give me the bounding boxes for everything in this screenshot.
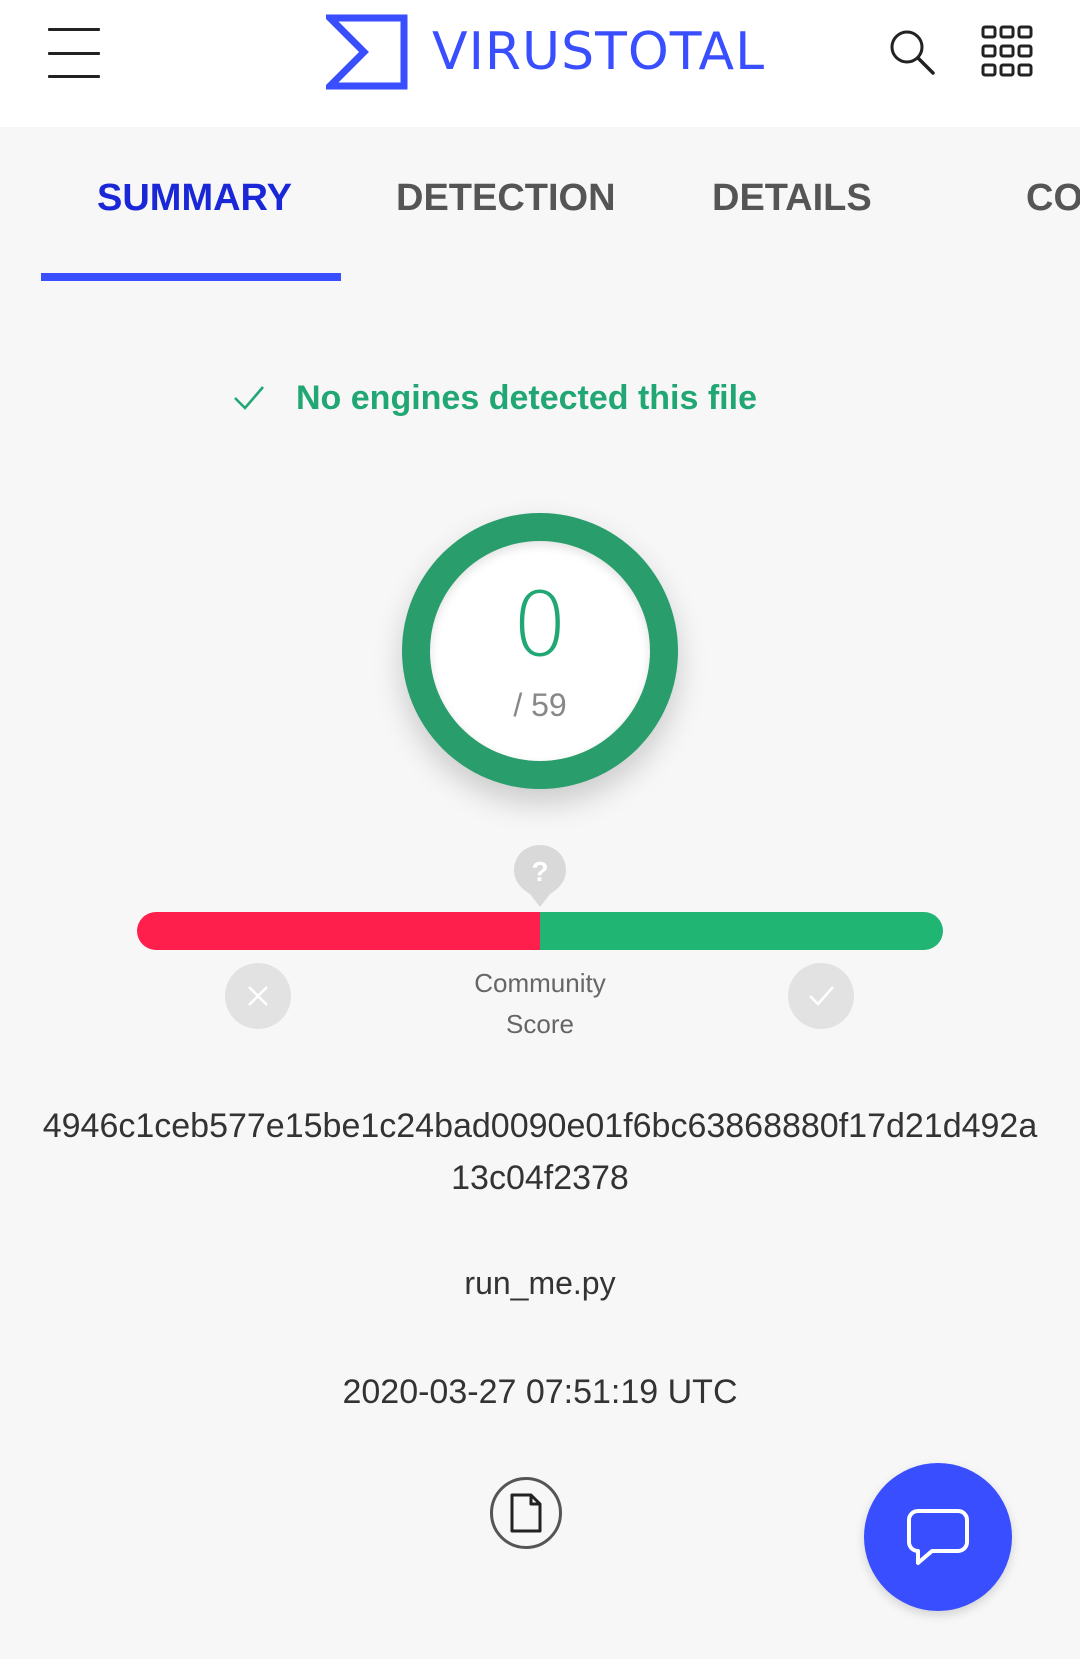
active-tab-indicator: [41, 273, 341, 281]
tab-details[interactable]: DETAILS: [712, 177, 872, 220]
check-icon: [234, 386, 264, 410]
community-label-line2: Score: [506, 1009, 574, 1039]
chat-button[interactable]: [864, 1463, 1012, 1611]
positives-count: 0: [512, 573, 568, 676]
verdict-text: No engines detected this file: [296, 378, 757, 417]
virustotal-logo[interactable]: VIRUSTOTAL: [326, 14, 765, 90]
vote-harmful-button[interactable]: [225, 963, 291, 1029]
search-icon[interactable]: [888, 28, 936, 76]
community-score-marker: ?: [514, 845, 566, 907]
community-score-bar: [137, 912, 943, 950]
file-hash: 4946c1ceb577e15be1c24bad0090e01f6bc63868…: [42, 1107, 1038, 1197]
total-engines: / 59: [513, 687, 567, 723]
community-label-line1: Community: [474, 968, 606, 998]
community-score-label: Community Score: [440, 963, 640, 1045]
top-bar: VIRUSTOTAL: [0, 0, 1080, 127]
detection-verdict: No engines detected this file: [232, 375, 757, 421]
menu-icon[interactable]: [48, 28, 100, 78]
apps-grid-icon[interactable]: [980, 24, 1034, 78]
close-icon: [248, 986, 268, 1006]
file-type-badge: [490, 1477, 562, 1549]
score-bar-negative: [137, 912, 540, 950]
file-name: run_me.py: [464, 1265, 616, 1301]
detection-ratio-gauge: 0 / 59: [402, 513, 678, 789]
chat-bubble-icon: [907, 1509, 969, 1565]
scan-date: 2020-03-27 07:51:19 UTC: [342, 1373, 738, 1411]
tab-summary[interactable]: SUMMARY: [97, 177, 292, 220]
logo-text: VIRUSTOTAL: [432, 22, 766, 82]
virustotal-logo-icon: [326, 14, 408, 90]
vote-harmless-button[interactable]: [788, 963, 854, 1029]
marker-question: ?: [531, 856, 548, 887]
tab-community[interactable]: CO: [1026, 177, 1080, 220]
tab-detection[interactable]: DETECTION: [396, 177, 616, 220]
score-bar-positive: [540, 912, 943, 950]
detection-ratio-inner: 0 / 59: [430, 541, 650, 761]
file-icon: [510, 1493, 542, 1533]
check-icon: [809, 986, 834, 1006]
tab-bar: SUMMARY DETECTION DETAILS CO: [0, 127, 1080, 285]
